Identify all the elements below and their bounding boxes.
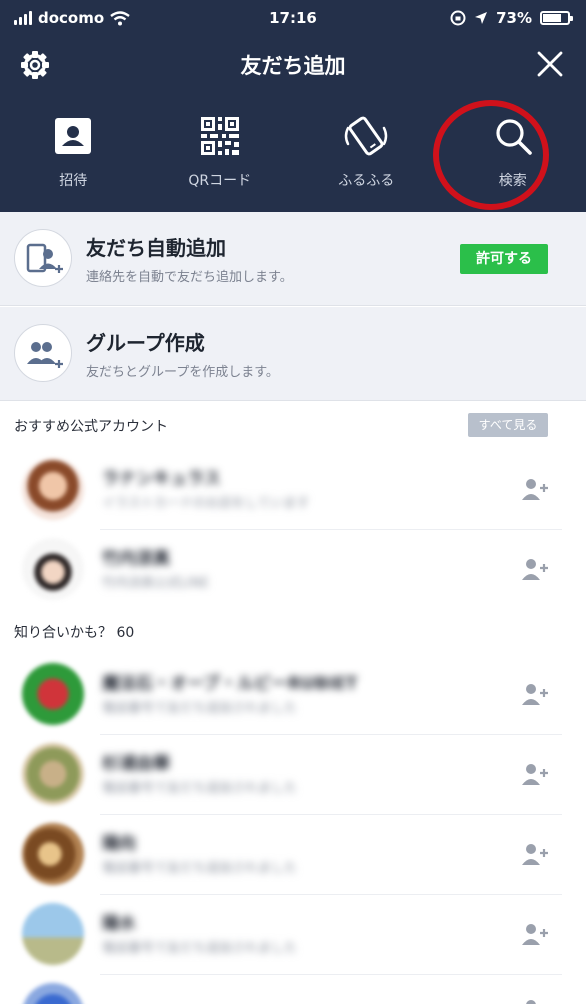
battery-icon bbox=[540, 11, 573, 25]
avatar bbox=[22, 983, 84, 1004]
group-add-icon bbox=[27, 342, 63, 368]
suggest-section-header: 知り合いかも？ 60 bbox=[14, 625, 135, 641]
account-name: 魔法石・オーブ・ルビーRUBIET bbox=[102, 674, 358, 694]
add-friend-icon[interactable] bbox=[520, 841, 550, 869]
auto-add-avatar bbox=[14, 229, 72, 287]
list-item[interactable]: ラナンキュラス イラストカードのお店をしています bbox=[0, 450, 586, 530]
qr-code-icon bbox=[200, 117, 239, 155]
account-name: 陽向 bbox=[102, 834, 136, 854]
avatar bbox=[22, 663, 84, 725]
list-item[interactable]: 魔法石・オーブ・ルビーRUBIET 電話番号で友だち追加されました bbox=[0, 655, 586, 735]
auto-add-row[interactable]: 友だち自動追加 連絡先を自動で友だち追加します。 許可する bbox=[0, 212, 586, 306]
close-icon[interactable] bbox=[534, 48, 566, 80]
avatar bbox=[22, 903, 84, 965]
group-avatar bbox=[14, 324, 72, 382]
avatar bbox=[22, 823, 84, 885]
list-item[interactable]: 杉浦由華 電話番号で友だち追加されました bbox=[0, 735, 586, 815]
shake-phone-icon bbox=[345, 116, 388, 156]
create-group-row[interactable]: グループ作成 友だちとグループを作成します。 bbox=[0, 307, 586, 401]
account-name: 杉浦由華 bbox=[102, 754, 170, 774]
add-friend-icon[interactable] bbox=[520, 476, 550, 504]
status-bar: docomo 17:16 73% bbox=[0, 0, 586, 38]
account-desc: 電話番号で友だち追加されました bbox=[102, 701, 298, 716]
list-item[interactable]: 竹内涼真 竹内涼真公式LINE bbox=[0, 530, 586, 610]
qr-code-button[interactable]: QRコード bbox=[147, 100, 294, 212]
location-icon bbox=[475, 12, 488, 24]
qr-code-label: QRコード bbox=[188, 173, 252, 189]
add-friend-icon[interactable] bbox=[520, 681, 550, 709]
invite-button[interactable]: 招待 bbox=[0, 100, 147, 212]
add-friend-icon[interactable] bbox=[520, 761, 550, 789]
battery-level bbox=[543, 14, 561, 22]
page-title: 友だち追加 bbox=[240, 54, 346, 78]
avatar bbox=[22, 743, 84, 805]
avatar bbox=[22, 458, 84, 520]
avatar bbox=[22, 538, 84, 600]
top-bar: docomo 17:16 73% 友だち追加 招待 QRコード ふるふる 検索 bbox=[0, 0, 586, 212]
shake-button[interactable]: ふるふる bbox=[293, 100, 440, 212]
account-desc: イラストカードのお店をしています bbox=[102, 496, 310, 511]
account-name: ラナンキュラス bbox=[102, 469, 221, 489]
see-all-button[interactable]: すべて見る bbox=[468, 413, 548, 437]
add-friend-icon[interactable] bbox=[520, 556, 550, 584]
phone-contact-add-icon bbox=[26, 243, 63, 273]
account-name: 陽水 bbox=[102, 914, 136, 934]
highlight-circle bbox=[433, 100, 549, 210]
account-desc: 竹内涼真公式LINE bbox=[102, 576, 210, 591]
add-friend-icon[interactable] bbox=[520, 921, 550, 949]
list-item[interactable] bbox=[0, 975, 586, 1004]
auto-add-title: 友だち自動追加 bbox=[86, 236, 226, 260]
account-desc: 電話番号で友だち追加されました bbox=[102, 861, 298, 876]
nav-header: 友だち追加 bbox=[0, 38, 586, 94]
invite-label: 招待 bbox=[59, 173, 88, 189]
contact-book-icon bbox=[55, 118, 92, 154]
account-name: 竹内涼真 bbox=[102, 549, 170, 569]
orientation-lock-icon bbox=[450, 10, 466, 26]
group-subtitle: 友だちとグループを作成します。 bbox=[86, 365, 279, 380]
account-desc: 電話番号で友だち追加されました bbox=[102, 941, 298, 956]
official-section-header: おすすめ公式アカウント bbox=[14, 419, 168, 435]
shake-label: ふるふる bbox=[338, 173, 395, 189]
group-title: グループ作成 bbox=[86, 331, 205, 355]
auto-add-subtitle: 連絡先を自動で友だち追加します。 bbox=[86, 270, 293, 285]
allow-button[interactable]: 許可する bbox=[460, 244, 548, 274]
add-friend-icon[interactable] bbox=[520, 997, 550, 1004]
list-item[interactable]: 陽向 電話番号で友だち追加されました bbox=[0, 815, 586, 895]
battery-percent: 73% bbox=[496, 9, 532, 27]
account-desc: 電話番号で友だち追加されました bbox=[102, 781, 298, 796]
list-item[interactable]: 陽水 電話番号で友だち追加されました bbox=[0, 895, 586, 975]
